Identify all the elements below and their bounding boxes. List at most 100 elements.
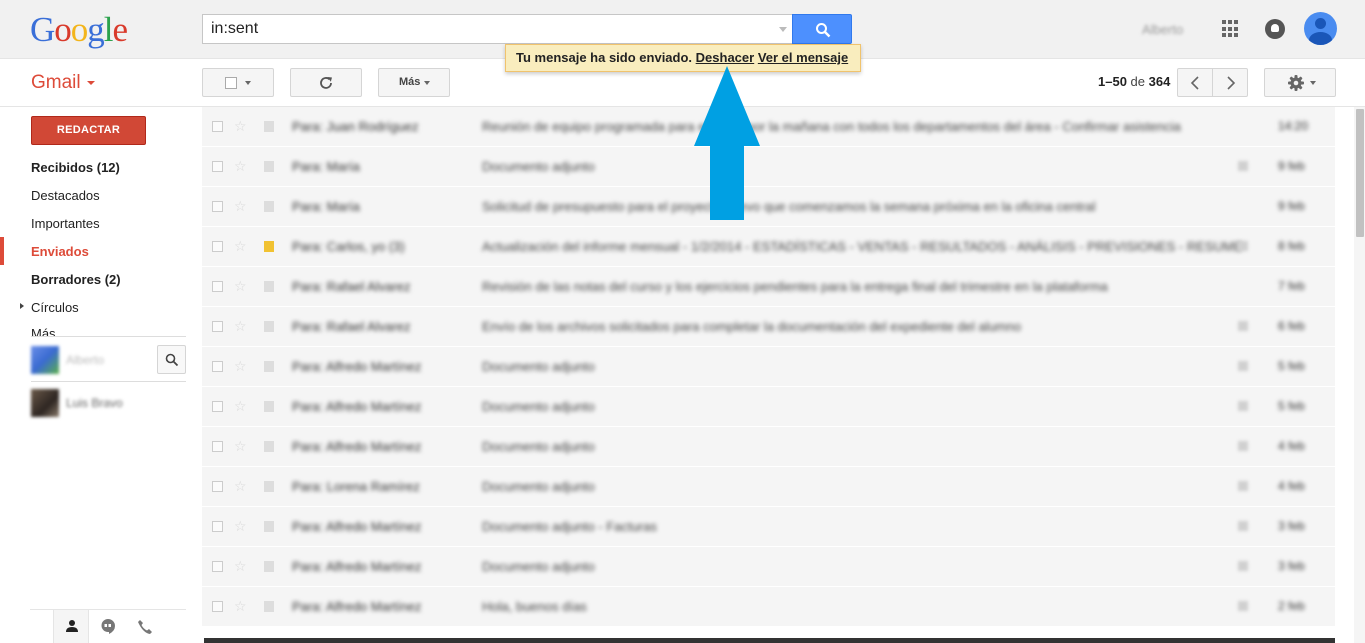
important-marker-icon[interactable] — [264, 521, 274, 532]
nav-inbox[interactable]: Recibidos (12) — [31, 160, 120, 175]
star-icon[interactable]: ☆ — [234, 398, 247, 415]
email-row[interactable]: ☆ Para: Alfredo Martínez Documento adjunto… — [202, 507, 1335, 547]
star-icon[interactable]: ☆ — [234, 518, 247, 535]
expand-arrow-icon[interactable] — [20, 303, 24, 309]
star-icon[interactable]: ☆ — [234, 318, 247, 335]
email-row[interactable]: ☆ Para: Lorena Ramírez Documento adjunto 4 … — [202, 467, 1335, 507]
search-options-caret-icon[interactable] — [779, 27, 787, 32]
important-marker-icon[interactable] — [264, 281, 274, 292]
chat-contact-name[interactable]: Luis Bravo — [66, 396, 123, 410]
compose-button[interactable]: REDACTAR — [31, 116, 146, 145]
older-button[interactable] — [1212, 68, 1248, 97]
search-box[interactable] — [202, 14, 793, 44]
star-icon[interactable]: ☆ — [234, 558, 247, 575]
important-marker-icon[interactable] — [264, 601, 274, 612]
email-row[interactable]: ☆ Para: María Documento adjunto 9 feb — [202, 147, 1335, 187]
important-marker-icon[interactable] — [264, 161, 274, 172]
more-button[interactable]: Más — [378, 68, 450, 97]
nav-circles[interactable]: Círculos — [31, 300, 79, 315]
search-input[interactable] — [203, 15, 763, 43]
important-marker-icon[interactable] — [264, 201, 274, 212]
star-icon[interactable]: ☆ — [234, 158, 247, 175]
star-icon[interactable]: ☆ — [234, 478, 247, 495]
important-marker-icon[interactable] — [264, 401, 274, 412]
refresh-button[interactable] — [290, 68, 362, 97]
star-icon[interactable]: ☆ — [234, 598, 247, 615]
email-row[interactable]: ☆ Para: Alfredo Martínez Documento adjunto… — [202, 387, 1335, 427]
important-marker-icon[interactable] — [264, 121, 274, 132]
row-checkbox[interactable] — [212, 561, 223, 572]
attachment-icon — [1238, 521, 1248, 531]
important-marker-icon[interactable] — [264, 481, 274, 492]
attachment-icon — [1238, 401, 1248, 411]
row-checkbox[interactable] — [212, 241, 223, 252]
star-icon[interactable]: ☆ — [234, 118, 247, 135]
nav-more[interactable]: Más — [31, 326, 56, 336]
phone-tab[interactable] — [127, 610, 163, 643]
important-marker-icon[interactable] — [264, 241, 274, 252]
row-checkbox[interactable] — [212, 161, 223, 172]
email-row[interactable]: ☆ Para: María Solicitud de presupuesto par… — [202, 187, 1335, 227]
scrollbar-thumb[interactable] — [1356, 109, 1364, 237]
user-name[interactable]: Alberto — [1142, 22, 1183, 37]
hangouts-tab[interactable] — [90, 610, 126, 643]
email-sender: Para: Lorena Ramírez — [292, 479, 420, 494]
chevron-right-icon — [1227, 76, 1236, 90]
magnifier-icon — [816, 23, 831, 38]
nav-starred[interactable]: Destacados — [31, 188, 100, 203]
important-marker-icon[interactable] — [264, 561, 274, 572]
star-icon[interactable]: ☆ — [234, 238, 247, 255]
email-row[interactable]: ☆ Para: Alfredo Martínez Documento adjunto… — [202, 427, 1335, 467]
row-checkbox[interactable] — [212, 481, 223, 492]
row-checkbox[interactable] — [212, 401, 223, 412]
chat-self-name[interactable]: Alberto — [66, 353, 104, 367]
attachment-icon — [1238, 441, 1248, 451]
important-marker-icon[interactable] — [264, 321, 274, 332]
important-marker-icon[interactable] — [264, 361, 274, 372]
bell-icon[interactable] — [1265, 19, 1285, 39]
row-checkbox[interactable] — [212, 361, 223, 372]
important-marker-icon[interactable] — [264, 441, 274, 452]
nav-drafts[interactable]: Borradores (2) — [31, 272, 121, 287]
pager-range: 1–50 — [1098, 74, 1127, 89]
contacts-tab[interactable] — [53, 610, 89, 643]
person-icon — [66, 620, 78, 632]
email-row[interactable]: ☆ Para: Alfredo Martínez Documento adjunto… — [202, 547, 1335, 587]
email-row[interactable]: ☆ Para: Carlos, yo (3) Actualización del i… — [202, 227, 1335, 267]
nav-important[interactable]: Importantes — [31, 216, 100, 231]
search-button[interactable] — [792, 14, 852, 44]
chat-contact-avatar[interactable] — [31, 389, 59, 417]
row-checkbox[interactable] — [212, 201, 223, 212]
star-icon[interactable]: ☆ — [234, 278, 247, 295]
google-logo[interactable]: Google — [30, 10, 128, 50]
select-checkbox-button[interactable] — [202, 68, 274, 97]
chat-search-button[interactable] — [157, 345, 186, 374]
star-icon[interactable]: ☆ — [234, 438, 247, 455]
row-checkbox[interactable] — [212, 521, 223, 532]
email-row[interactable]: ☆ Para: Alfredo Martínez Hola, buenos días… — [202, 587, 1335, 627]
star-icon[interactable]: ☆ — [234, 358, 247, 375]
email-row[interactable]: ☆ Para: Juan Rodríguez Reunión de equipo p… — [202, 107, 1335, 147]
view-message-link[interactable]: Ver el mensaje — [758, 50, 848, 65]
row-checkbox[interactable] — [212, 121, 223, 132]
email-row[interactable]: ☆ Para: Rafael Alvarez Revisión de las not… — [202, 267, 1335, 307]
apps-grid-icon[interactable] — [1222, 20, 1240, 38]
nav-sent[interactable]: Enviados — [31, 244, 89, 259]
scrollbar[interactable] — [1354, 107, 1365, 643]
email-row[interactable]: ☆ Para: Rafael Alvarez Envío de los archiv… — [202, 307, 1335, 347]
account-avatar[interactable] — [1304, 12, 1337, 45]
row-checkbox[interactable] — [212, 321, 223, 332]
star-icon[interactable]: ☆ — [234, 198, 247, 215]
email-sender: Para: Alfredo Martínez — [292, 519, 422, 534]
undo-link[interactable]: Deshacer — [696, 50, 755, 65]
email-row[interactable]: ☆ Para: Alfredo Martínez Documento adjunto… — [202, 347, 1335, 387]
row-checkbox[interactable] — [212, 441, 223, 452]
newer-button[interactable] — [1177, 68, 1213, 97]
row-checkbox[interactable] — [212, 281, 223, 292]
email-subject: Envío de los archivos solicitados para c… — [482, 319, 1022, 334]
more-label: Más — [399, 76, 421, 88]
gmail-menu[interactable]: Gmail — [31, 72, 95, 94]
row-checkbox[interactable] — [212, 601, 223, 612]
chat-self-avatar[interactable] — [31, 346, 59, 374]
settings-button[interactable] — [1264, 68, 1336, 97]
